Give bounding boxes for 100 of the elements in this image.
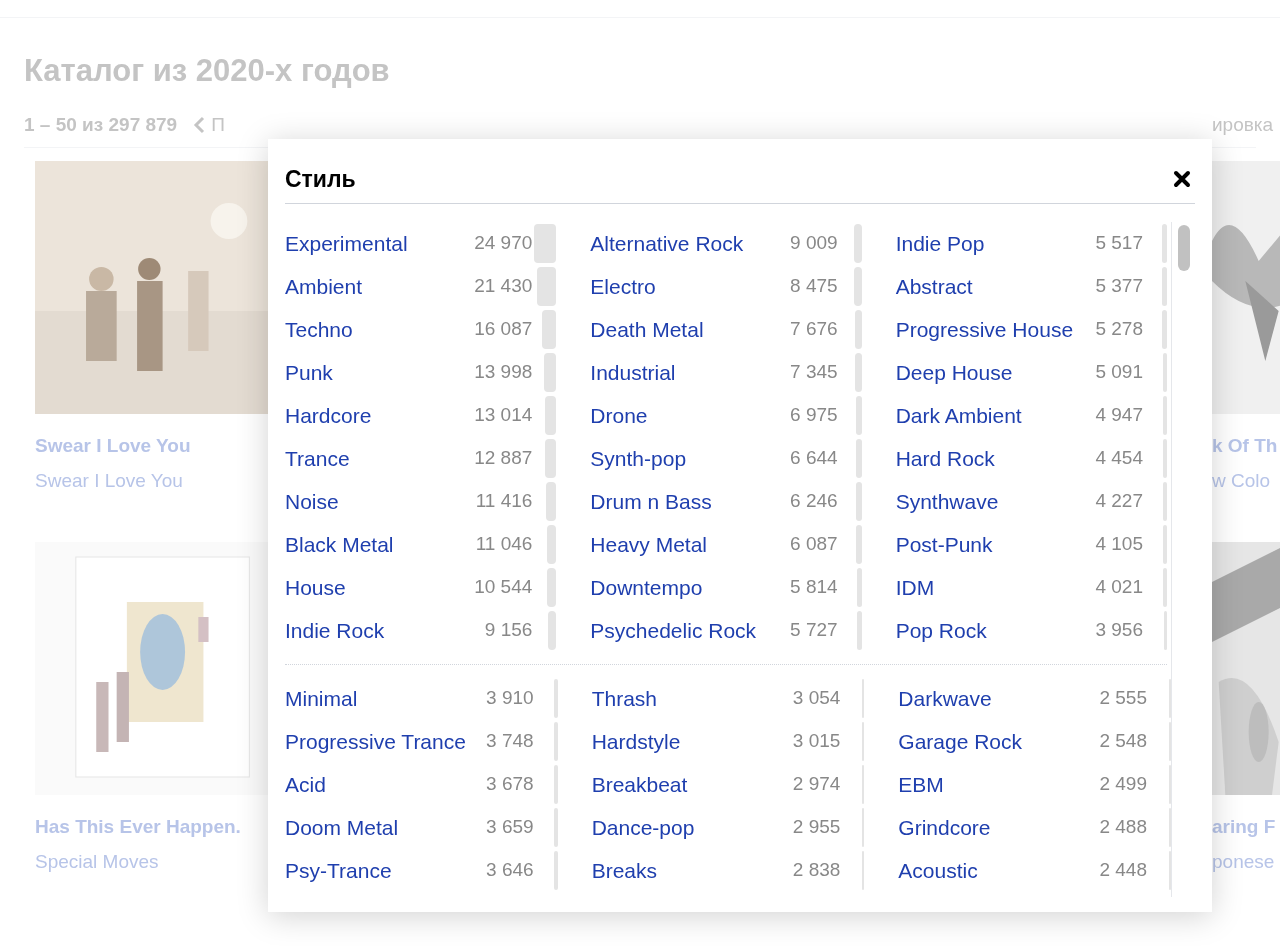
style-count: 5 377 <box>1095 274 1143 299</box>
style-link[interactable]: Hard Rock <box>895 442 995 475</box>
style-link[interactable]: Industrial <box>590 356 676 389</box>
scrollbar-thumb[interactable] <box>1177 225 1190 271</box>
style-link[interactable]: Breakbeat <box>591 768 688 801</box>
style-count: 6 246 <box>790 489 838 514</box>
style-link[interactable]: Abstract <box>895 270 973 303</box>
count-bar <box>1162 224 1167 263</box>
style-link[interactable]: Hardstyle <box>591 725 681 758</box>
count-bar <box>855 439 862 478</box>
count-bar <box>546 482 557 521</box>
style-link[interactable]: Breaks <box>591 854 657 887</box>
style-link[interactable]: Synth-pop <box>590 442 687 475</box>
style-count: 6 087 <box>790 532 838 557</box>
style-count: 4 105 <box>1095 532 1143 557</box>
style-count: 3 054 <box>792 686 841 711</box>
style-link[interactable]: Experimental <box>285 227 408 260</box>
style-count: 2 955 <box>792 815 841 840</box>
style-link[interactable]: Death Metal <box>590 313 704 346</box>
style-link[interactable]: Indie Pop <box>895 227 985 260</box>
count-bar <box>856 568 862 607</box>
page-title: Каталог из 2020-х годов <box>24 52 391 90</box>
count-bar <box>534 224 557 263</box>
style-count: 9 156 <box>484 618 533 643</box>
style-count: 13 014 <box>474 403 533 428</box>
dialog-title: Стиль <box>285 164 356 194</box>
style-link[interactable]: Doom Metal <box>285 811 399 844</box>
style-link[interactable]: Synthwave <box>895 485 999 518</box>
count-bar <box>853 224 862 263</box>
style-link[interactable]: Deep House <box>895 356 1013 389</box>
style-count: 13 998 <box>474 360 533 385</box>
style-count: 7 345 <box>790 360 838 385</box>
style-count: 4 454 <box>1095 446 1143 471</box>
count-bar <box>854 267 862 306</box>
count-bar <box>1162 353 1167 392</box>
style-link[interactable]: IDM <box>895 571 935 604</box>
style-link[interactable]: Acid <box>285 768 326 801</box>
style-link[interactable]: Acoustic <box>898 854 978 887</box>
chevron-left-icon[interactable] <box>193 116 206 134</box>
style-count: 6 975 <box>790 403 838 428</box>
style-count: 3 659 <box>486 815 534 840</box>
style-link[interactable]: Pop Rock <box>895 614 987 647</box>
count-bar <box>856 611 862 650</box>
style-link[interactable]: Thrash <box>591 682 657 715</box>
count-bar <box>1162 267 1167 306</box>
style-count: 2 555 <box>1099 686 1147 711</box>
count-bar <box>856 482 862 521</box>
style-link[interactable]: Downtempo <box>590 571 703 604</box>
style-count: 10 544 <box>474 575 533 600</box>
style-link[interactable]: Progressive Trance <box>285 725 466 758</box>
style-count: 5 278 <box>1095 317 1143 342</box>
style-count: 6 644 <box>790 446 838 471</box>
style-link[interactable]: Alternative Rock <box>590 227 744 260</box>
count-bar <box>1162 396 1167 435</box>
count-bar <box>856 525 862 564</box>
style-link[interactable]: Dance-pop <box>591 811 695 844</box>
style-count: 11 046 <box>475 532 533 557</box>
style-link[interactable]: Psychedelic Rock <box>590 614 757 647</box>
style-link[interactable]: Grindcore <box>898 811 991 844</box>
style-link[interactable]: Ambient <box>285 270 363 303</box>
style-count: 8 475 <box>790 274 838 299</box>
style-link[interactable]: Noise <box>285 485 339 518</box>
style-count: 4 227 <box>1095 489 1143 514</box>
style-link[interactable]: Hardcore <box>285 399 372 432</box>
style-count: 5 517 <box>1095 231 1143 256</box>
style-link[interactable]: Drone <box>590 399 648 432</box>
style-count: 2 499 <box>1099 772 1147 797</box>
count-bar <box>544 396 557 435</box>
style-link[interactable]: Progressive House <box>895 313 1074 346</box>
style-link[interactable]: Dark Ambient <box>895 399 1022 432</box>
style-link[interactable]: Heavy Metal <box>590 528 708 561</box>
style-link[interactable]: Techno <box>285 313 353 346</box>
style-link[interactable]: Minimal <box>285 682 358 715</box>
style-link[interactable]: Darkwave <box>898 682 992 715</box>
style-link[interactable]: Drum n Bass <box>590 485 712 518</box>
style-link[interactable]: Psy-Trance <box>285 854 392 887</box>
count-bar <box>544 353 557 392</box>
style-count: 5 091 <box>1095 360 1143 385</box>
style-count: 11 416 <box>475 489 533 514</box>
count-bar <box>1162 310 1167 349</box>
close-icon[interactable] <box>1173 170 1191 188</box>
style-count: 3 748 <box>486 729 534 754</box>
style-link[interactable]: Black Metal <box>285 528 394 561</box>
style-link[interactable]: Indie Rock <box>285 614 385 647</box>
style-count: 2 974 <box>792 772 841 797</box>
style-link[interactable]: Electro <box>590 270 656 303</box>
style-link[interactable]: Punk <box>285 356 333 389</box>
style-count: 21 430 <box>474 274 533 299</box>
style-link[interactable]: Garage Rock <box>898 725 1023 758</box>
count-bar <box>545 439 557 478</box>
style-count: 4 947 <box>1095 403 1143 428</box>
style-count: 2 838 <box>792 858 841 883</box>
style-link[interactable]: Post-Punk <box>895 528 993 561</box>
count-bar <box>854 310 862 349</box>
style-count: 12 887 <box>474 446 533 471</box>
style-count: 2 448 <box>1099 858 1147 883</box>
style-count: 5 814 <box>790 575 838 600</box>
style-link[interactable]: Trance <box>285 442 350 475</box>
style-link[interactable]: EBM <box>898 768 944 801</box>
style-link[interactable]: House <box>285 571 346 604</box>
